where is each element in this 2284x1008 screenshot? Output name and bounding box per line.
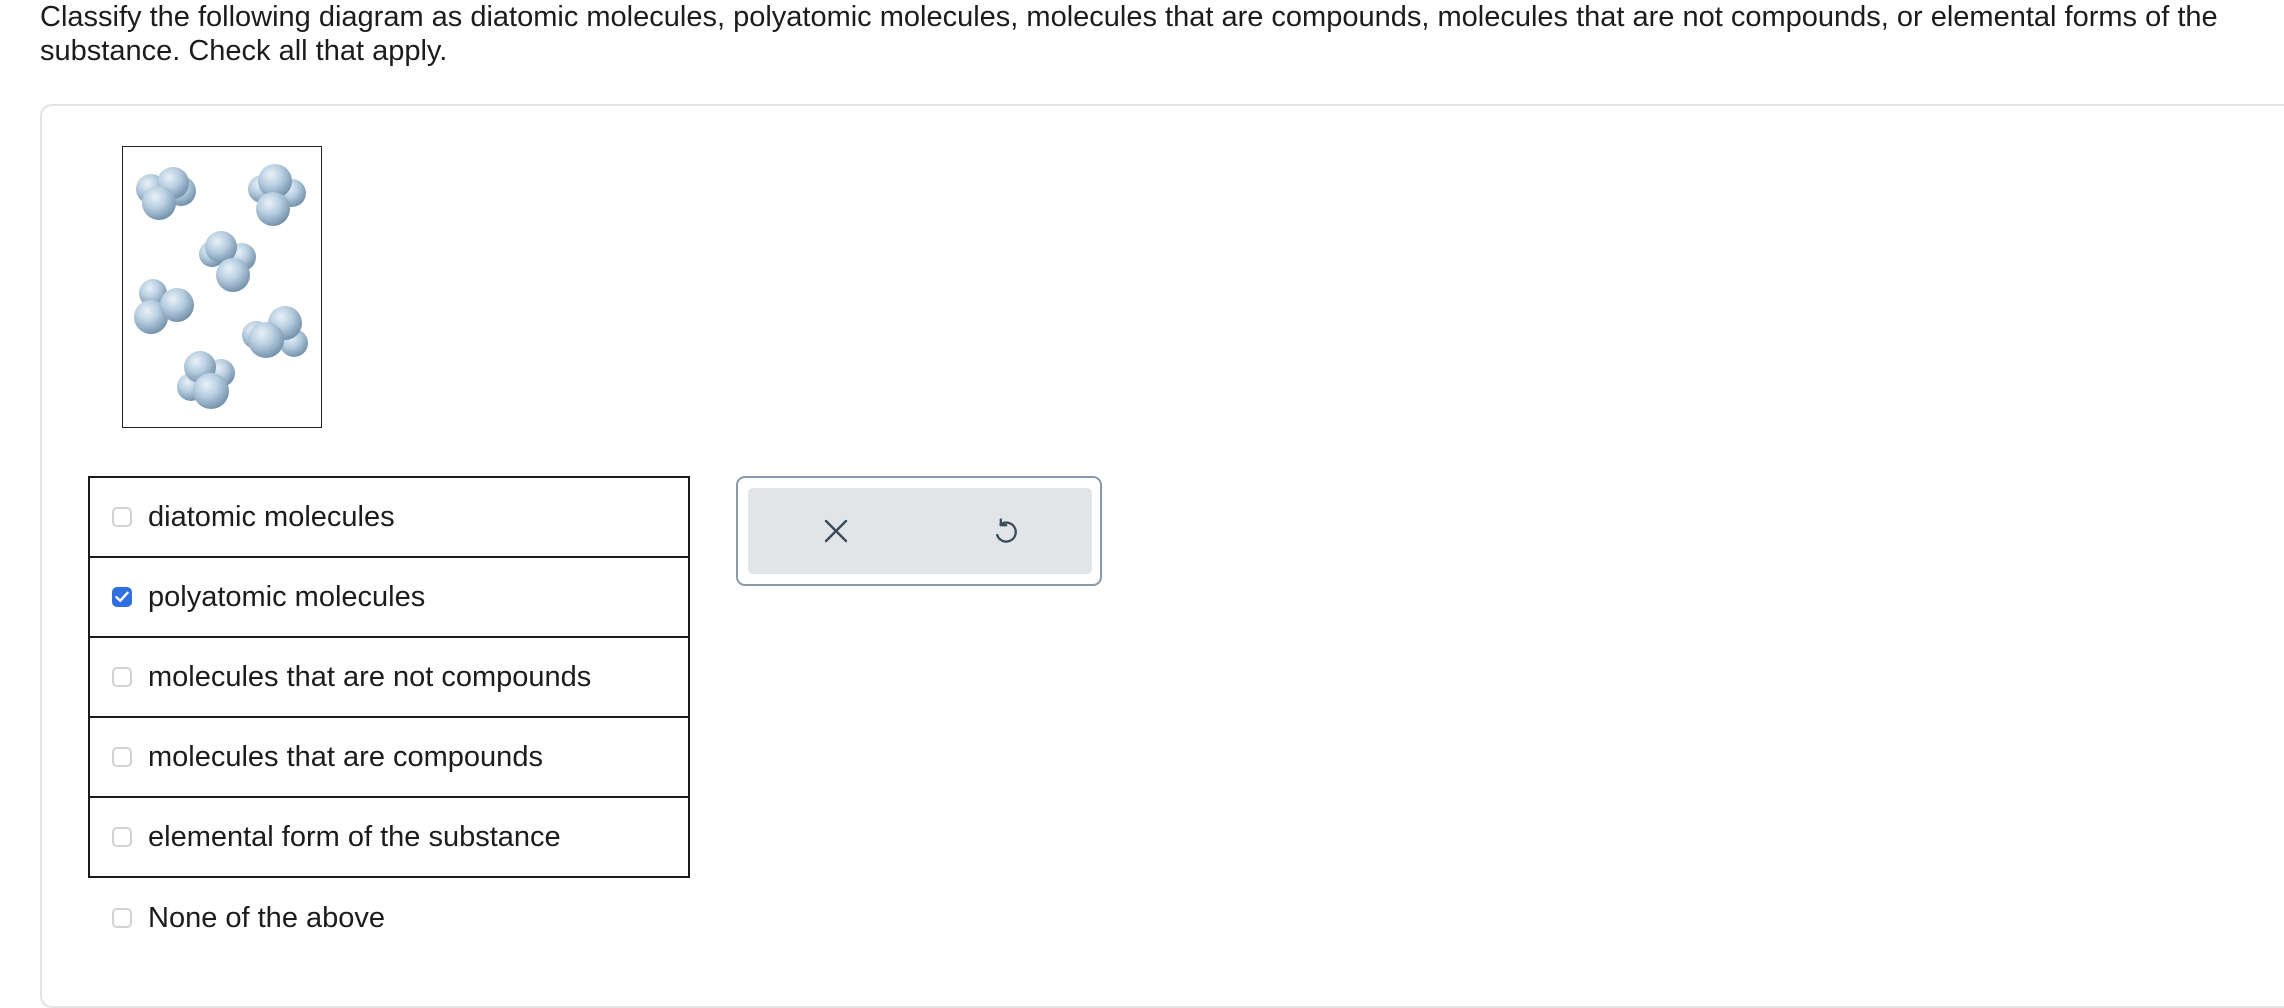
molecule [136, 167, 196, 220]
undo-icon [996, 518, 1017, 543]
choice-none-of-the-above[interactable]: None of the above [88, 878, 688, 958]
molecule [242, 306, 308, 358]
choice-label: diatomic molecules [148, 501, 395, 533]
checkbox-checked[interactable] [112, 587, 132, 607]
checkbox[interactable] [112, 507, 132, 527]
choice-polyatomic-molecules[interactable]: polyatomic molecules [90, 558, 688, 638]
answer-choices: diatomic molecules polyatomic molecules … [88, 476, 690, 958]
choice-table: diatomic molecules polyatomic molecules … [88, 476, 690, 878]
checkbox[interactable] [112, 827, 132, 847]
undo-button[interactable] [986, 511, 1026, 551]
checkbox[interactable] [112, 908, 132, 928]
tool-bar [748, 488, 1092, 574]
answer-tools [736, 476, 1102, 586]
choice-diatomic-molecules[interactable]: diatomic molecules [90, 478, 688, 558]
x-icon [824, 519, 848, 543]
choice-label: elemental form of the substance [148, 821, 561, 853]
checkbox[interactable] [112, 667, 132, 687]
molecule [199, 231, 256, 292]
choice-label: molecules that are not compounds [148, 661, 592, 693]
checkmark-icon [115, 591, 129, 602]
molecule [134, 279, 194, 334]
question-text: Classify the following diagram as diatom… [40, 1, 2218, 67]
choice-not-compounds[interactable]: molecules that are not compounds [90, 638, 688, 718]
molecule-diagram-image [134, 164, 308, 409]
choice-compounds[interactable]: molecules that are compounds [90, 718, 688, 798]
molecule-diagram [122, 146, 322, 428]
choice-elemental-form[interactable]: elemental form of the substance [90, 798, 688, 876]
molecule [248, 164, 306, 226]
clear-button[interactable] [816, 511, 856, 551]
choice-label: molecules that are compounds [148, 741, 543, 773]
checkbox[interactable] [112, 747, 132, 767]
choice-label: None of the above [148, 902, 386, 934]
molecule [177, 351, 235, 409]
choice-label: polyatomic molecules [148, 581, 426, 613]
